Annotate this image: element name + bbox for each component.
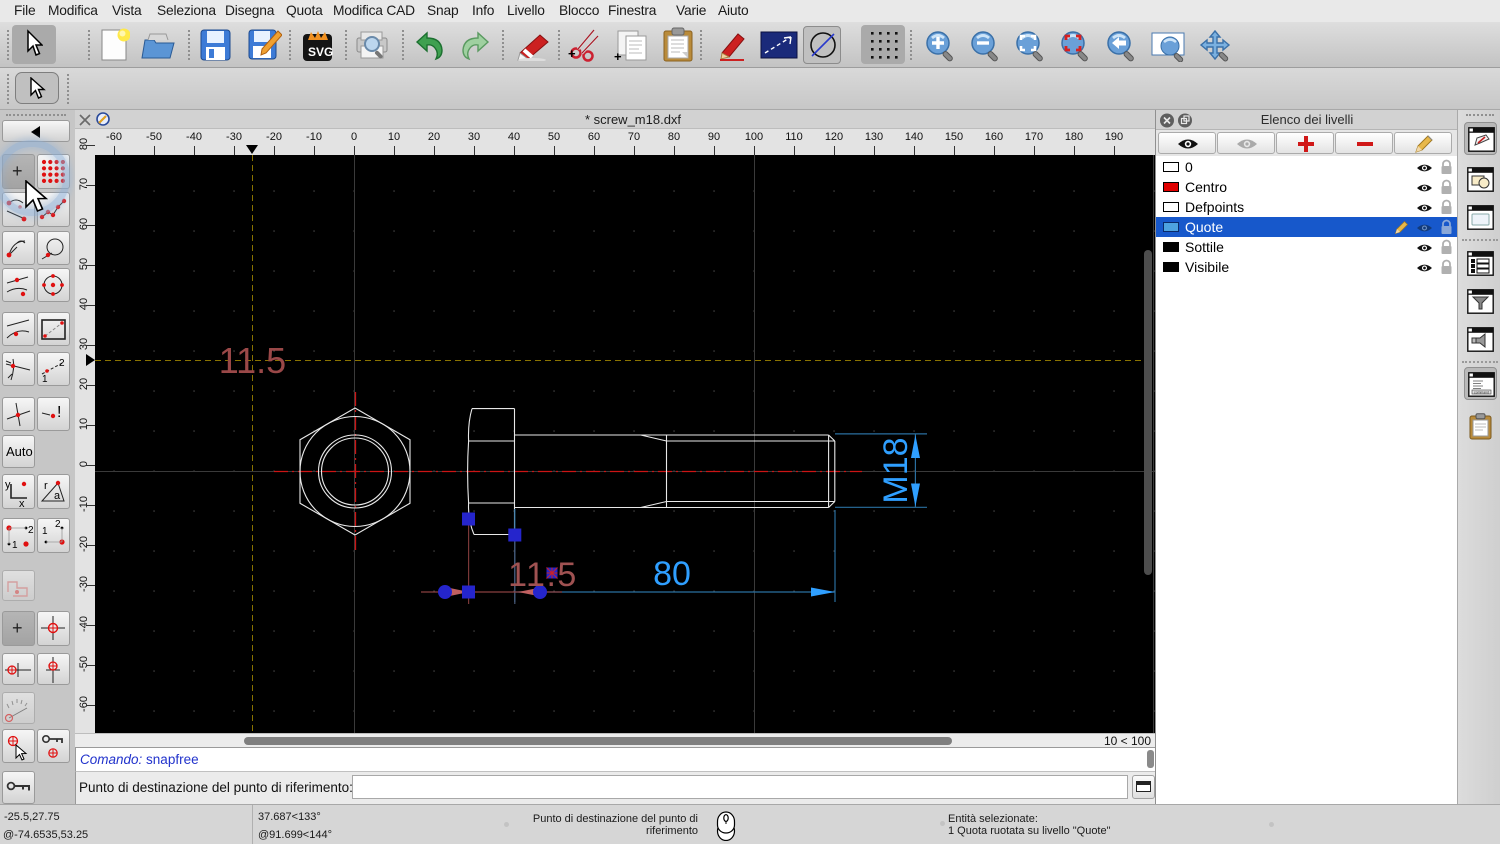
svg-text:11.5: 11.5 — [219, 340, 286, 381]
svg-text:M18: M18 — [877, 437, 915, 503]
svg-text:+: + — [614, 49, 622, 62]
svg-text:SVG: SVG — [308, 45, 333, 59]
svg-text:+: + — [568, 46, 576, 61]
svg-text:80: 80 — [653, 555, 691, 593]
svg-text:1: 1 — [42, 526, 48, 537]
svg-text:1: 1 — [12, 540, 18, 551]
svg-text:2: 2 — [55, 520, 61, 530]
svg-text:2: 2 — [28, 525, 34, 536]
svg-text:a: a — [54, 490, 61, 502]
svg-text:y: y — [5, 479, 11, 491]
svg-text:1: 1 — [42, 374, 48, 385]
svg-text:x: x — [19, 498, 25, 507]
svg-text:!: ! — [57, 404, 61, 421]
svg-text:command: command — [1474, 391, 1489, 395]
svg-text:2: 2 — [59, 358, 65, 369]
svg-text:r: r — [44, 480, 48, 492]
svg-text:11.5: 11.5 — [508, 556, 578, 594]
